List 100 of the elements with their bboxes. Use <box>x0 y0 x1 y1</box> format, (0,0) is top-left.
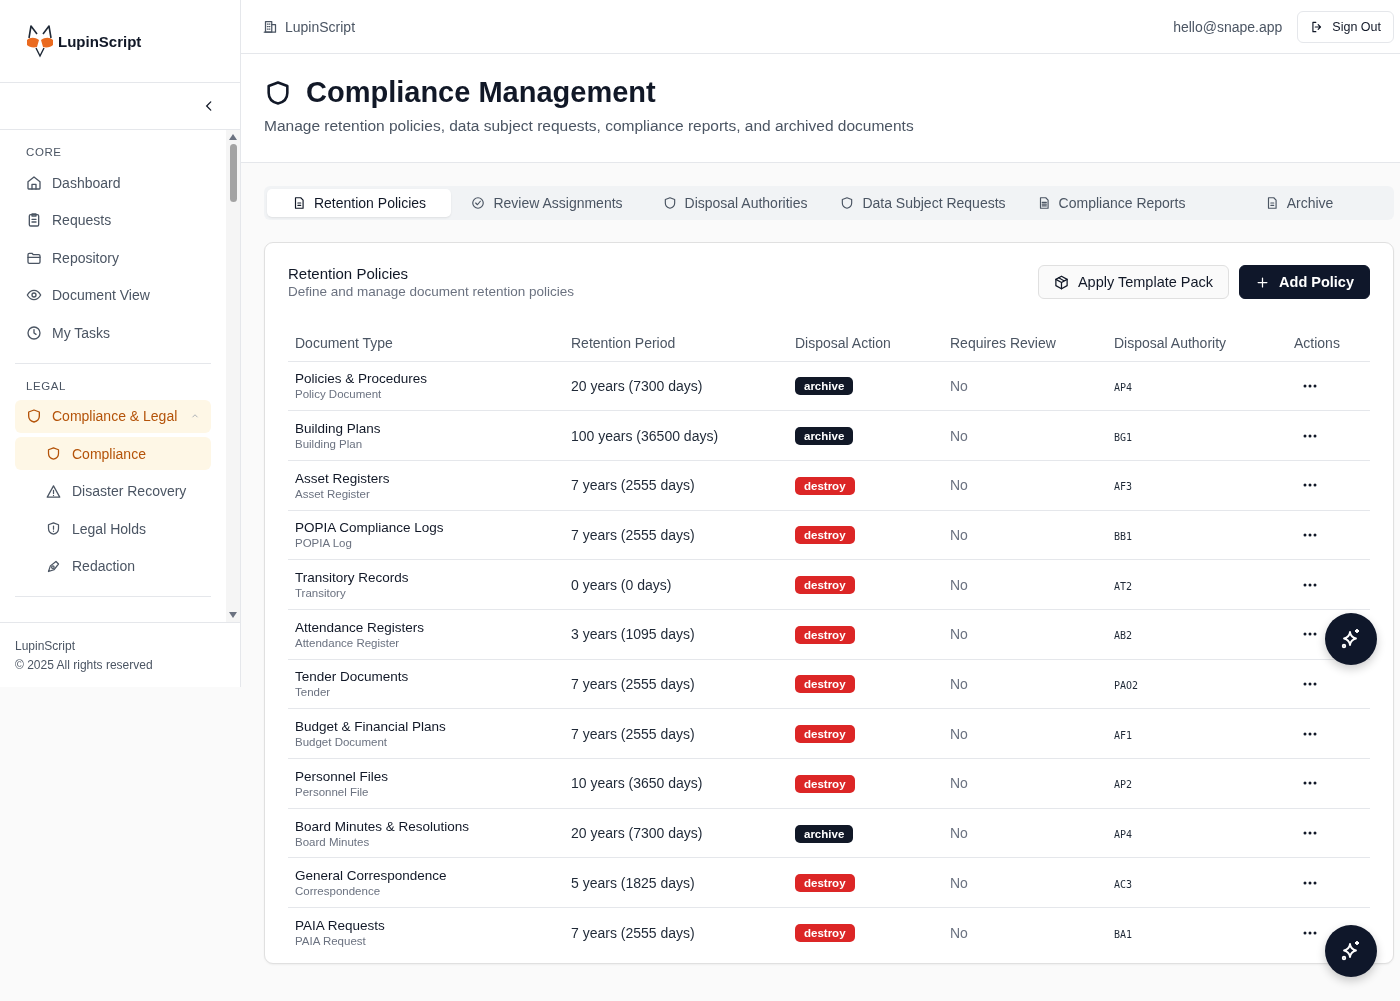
document-name: Attendance Registers <box>295 619 426 635</box>
sidebar-item[interactable]: Dashboard <box>15 166 211 199</box>
disposal-badge: destroy <box>795 675 855 694</box>
document-type: POPIA Log <box>295 537 353 550</box>
workspace-name: LupinScript <box>285 18 356 35</box>
tab[interactable]: Data Subject Requests <box>831 189 1015 217</box>
review-status: No <box>950 427 968 444</box>
more-icon[interactable] <box>1303 582 1317 587</box>
disposal-badge: destroy <box>795 874 855 893</box>
disposal-badge: destroy <box>795 774 855 793</box>
shield-icon <box>840 196 855 210</box>
building-icon <box>263 19 278 34</box>
scroll-down-icon[interactable] <box>229 612 237 618</box>
section-heading: LEGAL <box>25 378 68 394</box>
tab[interactable]: Archive <box>1207 189 1391 217</box>
more-icon[interactable] <box>1303 880 1317 885</box>
scrollbar-thumb[interactable] <box>229 144 237 202</box>
document-name: Tender Documents <box>295 669 410 685</box>
user-email: hello@snape.app <box>1173 18 1283 35</box>
retention-period: 100 years (36500 days) <box>571 427 719 444</box>
column-header: Document Type <box>288 325 564 361</box>
column-header: Retention Period <box>564 325 788 361</box>
sidebar-item[interactable]: Compliance & Legal <box>15 399 211 433</box>
authority-code: BB1 <box>1114 530 1133 542</box>
document-type: Correspondence <box>295 885 382 898</box>
more-icon[interactable] <box>1303 532 1317 537</box>
scroll-up-icon[interactable] <box>229 134 237 140</box>
disposal-badge: destroy <box>795 576 855 595</box>
document-type: Personnel File <box>295 785 370 798</box>
retention-period: 7 years (2555 days) <box>571 526 695 543</box>
disposal-badge: destroy <box>795 625 855 644</box>
eye-icon <box>26 287 42 303</box>
package-icon <box>1053 274 1069 290</box>
retention-period: 20 years (7300 days) <box>571 377 703 394</box>
document-name: Transitory Records <box>295 570 410 586</box>
sidebar-item[interactable]: Compliance <box>15 437 211 470</box>
more-icon[interactable] <box>1303 831 1317 836</box>
retention-period: 7 years (2555 days) <box>571 924 695 941</box>
column-header: Disposal Authority <box>1107 325 1287 361</box>
tab[interactable]: Compliance Reports <box>1019 189 1203 217</box>
home-icon <box>26 174 42 191</box>
review-status: No <box>950 526 968 543</box>
retention-period: 7 years (2555 days) <box>571 477 695 494</box>
sidebar-item[interactable]: My Tasks <box>15 316 211 349</box>
authority-code: AB2 <box>1114 630 1133 642</box>
more-icon[interactable] <box>1303 930 1317 935</box>
column-header: Actions <box>1287 325 1370 361</box>
add-policy-button[interactable]: Add Policy <box>1239 265 1370 299</box>
page-subtitle: Manage retention policies, data subject requests, compliance reports, and archived documents <box>264 117 915 135</box>
disposal-badge: destroy <box>795 924 855 943</box>
more-icon[interactable] <box>1303 681 1317 686</box>
sidebar-item[interactable]: Requests <box>15 203 211 237</box>
sidebar-item[interactable]: Legal Holds <box>15 512 211 545</box>
more-icon[interactable] <box>1303 483 1317 488</box>
more-icon[interactable] <box>1303 383 1317 388</box>
authority-code: AP4 <box>1114 381 1133 393</box>
document-type: Attendance Register <box>295 636 401 649</box>
scrollbar[interactable] <box>226 130 240 622</box>
authority-code: AC3 <box>1114 878 1133 890</box>
apply-template-button[interactable]: Apply Template Pack <box>1037 265 1230 299</box>
more-icon[interactable] <box>1303 731 1317 736</box>
disposal-badge: archive <box>795 824 854 843</box>
sidebar-item[interactable]: Repository <box>15 241 211 274</box>
more-icon[interactable] <box>1303 632 1317 637</box>
document-type: Board Minutes <box>295 835 371 848</box>
authority-code: BA1 <box>1114 928 1133 940</box>
tab[interactable]: Review Assignments <box>455 189 639 217</box>
retention-period: 5 years (1825 days) <box>571 874 695 891</box>
shield-icon <box>264 78 292 107</box>
check-circle-icon <box>471 196 486 210</box>
document-type: Policy Document <box>295 388 383 401</box>
sidebar-item[interactable]: Redaction <box>15 549 211 583</box>
sign-out-button[interactable]: Sign Out <box>1297 10 1394 43</box>
sidebar-item[interactable]: Disaster Recovery <box>15 474 211 508</box>
footer-name: LupinScript <box>15 639 77 653</box>
retention-period: 10 years (3650 days) <box>571 775 703 792</box>
authority-code: AF3 <box>1114 481 1133 493</box>
review-status: No <box>950 377 968 394</box>
more-icon[interactable] <box>1303 433 1317 438</box>
document-type: Tender <box>295 686 332 699</box>
warning-icon <box>46 483 61 499</box>
retention-period: 20 years (7300 days) <box>571 825 703 842</box>
shield-icon <box>46 446 61 461</box>
more-icon[interactable] <box>1303 781 1317 786</box>
card-title: Retention Policies <box>288 265 410 282</box>
authority-code: AT2 <box>1114 580 1133 592</box>
review-status: No <box>950 874 968 891</box>
tab[interactable]: Disposal Authorities <box>643 189 827 217</box>
document-type: Asset Register <box>295 487 371 500</box>
tab[interactable]: Retention Policies <box>267 189 451 217</box>
sidebar-item[interactable]: Document View <box>15 278 211 312</box>
document-name: POPIA Compliance Logs <box>295 520 445 536</box>
document-name: Personnel Files <box>295 768 390 784</box>
copyright-text: © 2025 All rights reserved <box>15 658 154 672</box>
shield-icon <box>46 521 61 536</box>
document-name: Building Plans <box>295 421 382 437</box>
document-type: PAIA Request <box>295 935 367 948</box>
disposal-badge: destroy <box>795 725 855 744</box>
review-status: No <box>950 725 968 742</box>
document-name: Budget & Financial Plans <box>295 719 447 735</box>
